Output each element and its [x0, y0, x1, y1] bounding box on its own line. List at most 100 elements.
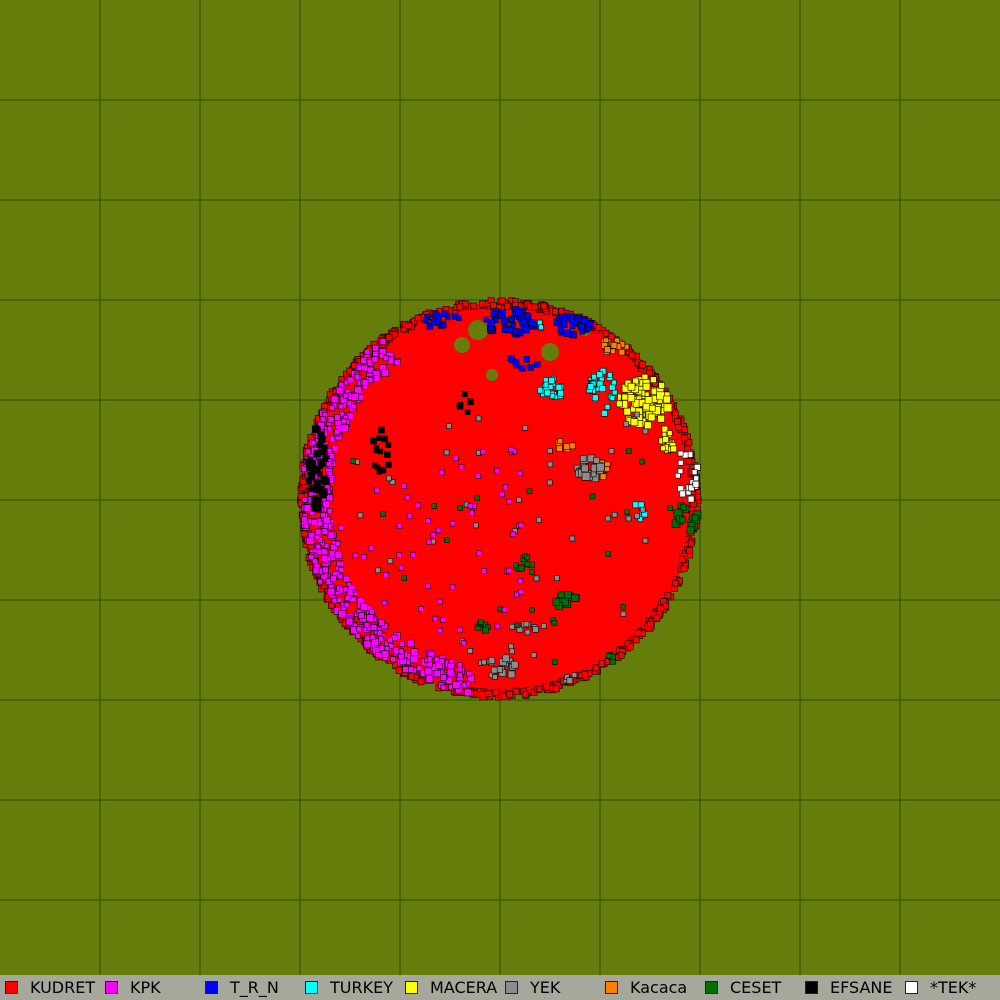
village-marker[interactable]: [437, 627, 443, 634]
village-marker[interactable]: [607, 372, 613, 378]
village-marker[interactable]: [467, 503, 474, 509]
village-marker[interactable]: [625, 448, 632, 454]
village-marker[interactable]: [314, 528, 322, 536]
village-marker[interactable]: [581, 464, 589, 473]
village-marker[interactable]: [587, 383, 595, 391]
village-marker[interactable]: [446, 423, 452, 430]
village-marker[interactable]: [410, 648, 419, 657]
village-marker[interactable]: [301, 496, 308, 503]
village-marker[interactable]: [568, 313, 575, 320]
village-marker[interactable]: [552, 685, 560, 693]
village-marker[interactable]: [557, 326, 564, 333]
village-marker[interactable]: [317, 435, 326, 444]
village-marker[interactable]: [490, 302, 497, 309]
village-marker[interactable]: [478, 619, 484, 625]
village-marker[interactable]: [571, 593, 579, 602]
village-marker[interactable]: [457, 505, 464, 511]
village-marker[interactable]: [387, 558, 394, 564]
village-marker[interactable]: [476, 550, 482, 557]
village-marker[interactable]: [317, 463, 324, 470]
village-marker[interactable]: [533, 575, 540, 582]
village-marker[interactable]: [364, 635, 371, 642]
village-marker[interactable]: [579, 454, 587, 462]
village-marker[interactable]: [556, 315, 562, 322]
village-marker[interactable]: [492, 688, 500, 696]
village-marker[interactable]: [679, 490, 686, 498]
village-marker[interactable]: [680, 564, 688, 572]
village-marker[interactable]: [581, 317, 589, 325]
village-marker[interactable]: [357, 612, 365, 619]
village-marker[interactable]: [602, 329, 610, 337]
village-marker[interactable]: [536, 319, 543, 326]
village-marker[interactable]: [557, 389, 565, 397]
village-marker[interactable]: [378, 636, 384, 642]
village-marker[interactable]: [314, 426, 321, 432]
village-marker[interactable]: [315, 543, 322, 550]
village-marker[interactable]: [375, 567, 381, 574]
village-marker[interactable]: [462, 391, 468, 397]
village-marker[interactable]: [350, 458, 356, 464]
village-marker[interactable]: [361, 379, 369, 386]
village-marker[interactable]: [502, 484, 509, 491]
village-marker[interactable]: [396, 552, 403, 558]
village-marker[interactable]: [466, 670, 472, 677]
village-marker[interactable]: [611, 389, 618, 396]
village-marker[interactable]: [327, 587, 336, 596]
village-marker[interactable]: [423, 317, 430, 324]
village-marker[interactable]: [305, 536, 314, 545]
village-marker[interactable]: [346, 589, 354, 597]
village-marker[interactable]: [634, 513, 640, 520]
village-marker[interactable]: [439, 673, 447, 681]
village-marker[interactable]: [536, 517, 542, 523]
village-marker[interactable]: [639, 506, 646, 513]
village-marker[interactable]: [628, 351, 636, 359]
village-marker[interactable]: [326, 447, 333, 454]
village-marker[interactable]: [373, 444, 380, 451]
village-marker[interactable]: [304, 458, 312, 466]
village-marker[interactable]: [427, 661, 433, 668]
village-marker[interactable]: [512, 328, 520, 335]
village-marker[interactable]: [532, 625, 539, 633]
village-marker[interactable]: [512, 359, 520, 366]
village-marker[interactable]: [337, 573, 344, 580]
village-marker[interactable]: [504, 302, 511, 310]
village-marker[interactable]: [523, 621, 530, 628]
village-marker[interactable]: [320, 512, 326, 518]
village-marker[interactable]: [357, 597, 364, 604]
village-marker[interactable]: [326, 508, 333, 514]
village-marker[interactable]: [317, 578, 324, 585]
village-marker[interactable]: [425, 583, 431, 589]
village-marker[interactable]: [320, 475, 327, 482]
village-marker[interactable]: [308, 554, 314, 560]
village-marker[interactable]: [623, 421, 630, 427]
village-marker[interactable]: [513, 562, 519, 569]
village-marker[interactable]: [514, 308, 523, 317]
village-marker[interactable]: [381, 599, 388, 606]
village-marker[interactable]: [569, 535, 576, 542]
village-marker[interactable]: [317, 521, 324, 527]
village-marker[interactable]: [677, 450, 684, 457]
village-marker[interactable]: [524, 629, 531, 636]
village-marker[interactable]: [336, 597, 343, 603]
village-marker[interactable]: [335, 540, 341, 547]
village-marker[interactable]: [401, 483, 407, 489]
village-marker[interactable]: [475, 415, 482, 422]
village-marker[interactable]: [322, 523, 329, 529]
village-marker[interactable]: [494, 623, 501, 630]
village-marker[interactable]: [566, 677, 574, 684]
village-marker[interactable]: [432, 615, 439, 622]
village-marker[interactable]: [639, 458, 645, 465]
village-marker[interactable]: [508, 643, 514, 650]
village-marker[interactable]: [523, 355, 530, 363]
village-marker[interactable]: [449, 520, 456, 527]
village-marker[interactable]: [371, 462, 378, 469]
village-marker[interactable]: [385, 461, 392, 468]
village-marker[interactable]: [440, 322, 447, 329]
village-marker[interactable]: [509, 623, 516, 630]
map-canvas[interactable]: [0, 0, 1000, 975]
village-marker[interactable]: [338, 524, 345, 531]
village-marker[interactable]: [482, 626, 489, 634]
village-marker[interactable]: [634, 411, 640, 418]
village-marker[interactable]: [378, 426, 385, 434]
village-marker[interactable]: [363, 622, 370, 628]
